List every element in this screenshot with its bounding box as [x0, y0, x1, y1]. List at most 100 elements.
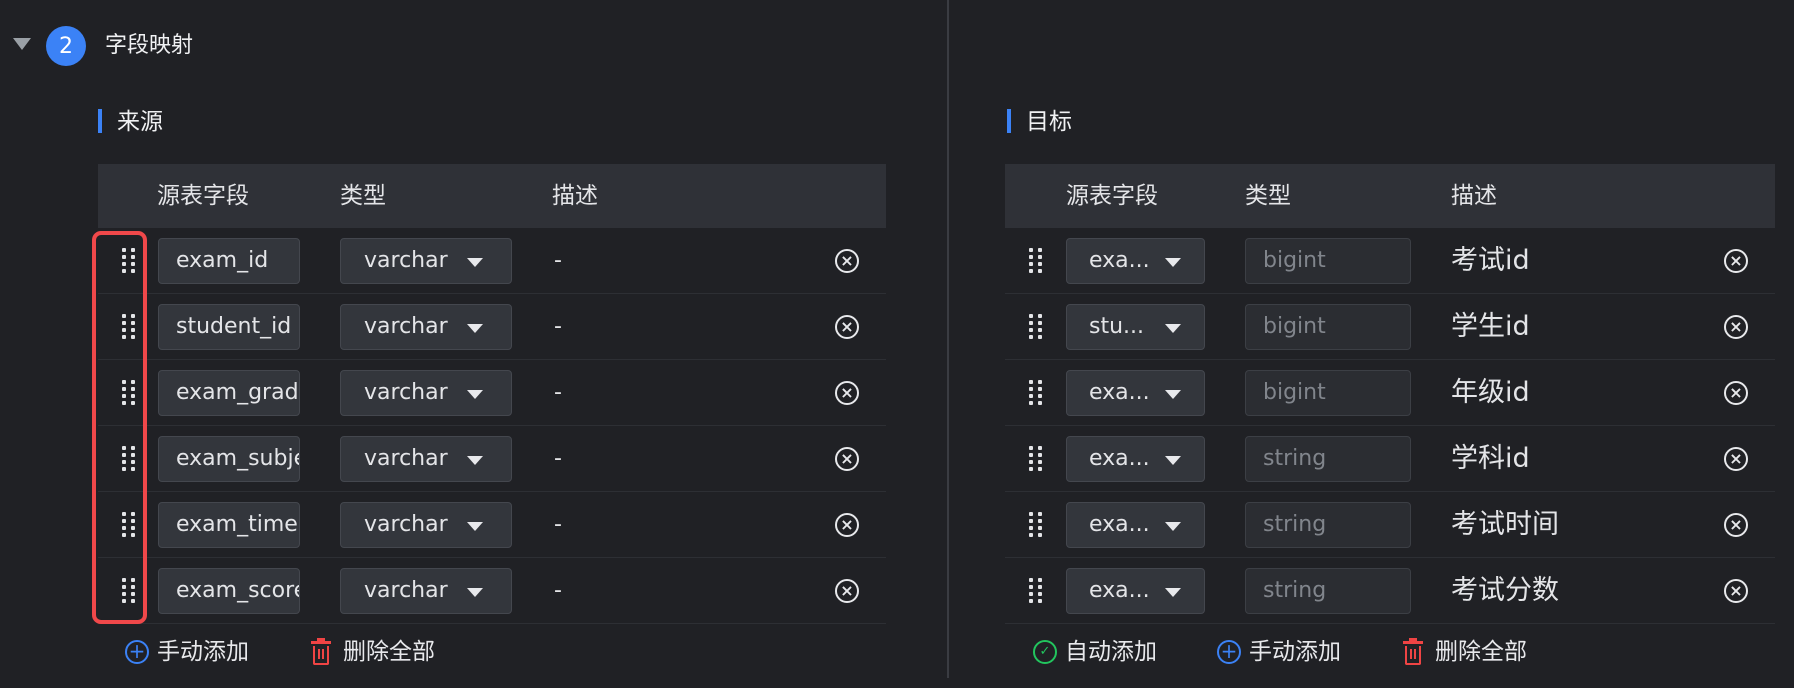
source-desc: - [554, 380, 562, 405]
source-table-row: exam_score varchar - × [98, 558, 886, 624]
target-auto-add-button[interactable]: ✓ 自动添加 [1033, 636, 1157, 668]
target-desc: 考试时间 [1451, 509, 1559, 540]
target-type-input[interactable]: string [1245, 568, 1411, 614]
target-field-value: stu... [1089, 314, 1145, 339]
drag-handle-icon[interactable] [1029, 578, 1045, 604]
target-field-select[interactable]: exa... [1066, 370, 1205, 416]
target-header-type: 类型 [1245, 183, 1291, 209]
remove-row-icon[interactable]: × [1724, 513, 1748, 537]
chevron-down-icon [1165, 258, 1181, 267]
source-type-select[interactable]: varchar [340, 502, 512, 548]
source-desc: - [554, 512, 562, 537]
remove-row-icon[interactable]: × [835, 249, 859, 273]
source-manual-add-label: 手动添加 [157, 639, 249, 665]
remove-row-icon[interactable]: × [835, 315, 859, 339]
remove-row-icon[interactable]: × [1724, 579, 1748, 603]
source-field-input[interactable]: exam_id [158, 238, 300, 284]
target-field-select[interactable]: exa... [1066, 502, 1205, 548]
target-type-input[interactable]: bigint [1245, 238, 1411, 284]
remove-row-icon[interactable]: × [835, 579, 859, 603]
source-type-value: varchar [364, 578, 448, 603]
plus-circle-icon: + [1217, 640, 1241, 664]
chevron-down-icon [467, 588, 483, 597]
target-field-value: exa... [1089, 380, 1150, 405]
target-field-select[interactable]: exa... [1066, 568, 1205, 614]
target-field-select[interactable]: stu... [1066, 304, 1205, 350]
target-type-input[interactable]: string [1245, 436, 1411, 482]
remove-row-icon[interactable]: × [1724, 315, 1748, 339]
source-header-field: 源表字段 [157, 183, 249, 209]
source-type-value: varchar [364, 380, 448, 405]
source-type-value: varchar [364, 314, 448, 339]
target-table-row: exa... string 考试时间 × [1005, 492, 1775, 558]
target-field-select[interactable]: exa... [1066, 238, 1205, 284]
chevron-down-icon [1165, 522, 1181, 531]
target-auto-add-label: 自动添加 [1065, 639, 1157, 665]
target-field-value: exa... [1089, 446, 1150, 471]
remove-row-icon[interactable]: × [1724, 249, 1748, 273]
target-type-input[interactable]: bigint [1245, 370, 1411, 416]
target-table-row: exa... bigint 年级id × [1005, 360, 1775, 426]
source-type-value: varchar [364, 446, 448, 471]
plus-circle-icon: + [125, 640, 149, 664]
panel-divider [947, 0, 949, 678]
source-delete-all-button[interactable]: 删除全部 [311, 636, 435, 668]
section-title: 字段映射 [105, 33, 194, 58]
drag-handle-icon[interactable] [1029, 512, 1045, 538]
source-header-type: 类型 [340, 183, 386, 209]
source-field-input[interactable]: exam_time [158, 502, 300, 548]
trash-icon [1403, 638, 1423, 665]
source-type-value: varchar [364, 248, 448, 273]
source-field-input[interactable]: exam_subject_id [158, 436, 300, 482]
drag-handle-icon[interactable] [1029, 380, 1045, 406]
target-manual-add-button[interactable]: + 手动添加 [1217, 636, 1341, 668]
target-desc: 学科id [1451, 443, 1530, 474]
source-type-value: varchar [364, 512, 448, 537]
source-type-select[interactable]: varchar [340, 304, 512, 350]
target-header-desc: 描述 [1451, 183, 1497, 209]
drag-handle-icon[interactable] [1029, 248, 1045, 274]
target-desc: 学生id [1451, 311, 1530, 342]
source-table-row: exam_grade_id varchar - × [98, 360, 886, 426]
chevron-down-icon [1165, 390, 1181, 399]
source-type-select[interactable]: varchar [340, 568, 512, 614]
target-table-header: 源表字段 类型 描述 [1005, 164, 1775, 228]
source-desc: - [554, 446, 562, 471]
source-field-input[interactable]: exam_score [158, 568, 300, 614]
target-manual-add-label: 手动添加 [1249, 639, 1341, 665]
remove-row-icon[interactable]: × [835, 381, 859, 405]
chevron-down-icon [467, 258, 483, 267]
source-type-select[interactable]: varchar [340, 238, 512, 284]
auto-add-icon: ✓ [1033, 640, 1057, 664]
source-field-input[interactable]: exam_grade_id [158, 370, 300, 416]
target-delete-all-label: 删除全部 [1435, 639, 1527, 665]
source-table-row: exam_time varchar - × [98, 492, 886, 558]
source-header-desc: 描述 [552, 183, 598, 209]
remove-row-icon[interactable]: × [835, 447, 859, 471]
target-field-select[interactable]: exa... [1066, 436, 1205, 482]
source-type-select[interactable]: varchar [340, 370, 512, 416]
source-delete-all-label: 删除全部 [343, 639, 435, 665]
target-table-row: exa... string 学科id × [1005, 426, 1775, 492]
target-type-input[interactable]: bigint [1245, 304, 1411, 350]
drag-handle-icon[interactable] [1029, 446, 1045, 472]
remove-row-icon[interactable]: × [1724, 381, 1748, 405]
source-desc: - [554, 578, 562, 603]
target-desc: 考试分数 [1451, 575, 1559, 606]
collapse-caret-icon[interactable] [13, 38, 31, 50]
source-panel-title: 来源 [98, 106, 163, 138]
source-manual-add-button[interactable]: + 手动添加 [125, 636, 249, 668]
chevron-down-icon [467, 324, 483, 333]
target-type-input[interactable]: string [1245, 502, 1411, 548]
source-type-select[interactable]: varchar [340, 436, 512, 482]
remove-row-icon[interactable]: × [1724, 447, 1748, 471]
source-field-input[interactable]: student_id [158, 304, 300, 350]
source-desc: - [554, 314, 562, 339]
remove-row-icon[interactable]: × [835, 513, 859, 537]
source-table-header: 源表字段 类型 描述 [98, 164, 886, 228]
target-table-row: exa... string 考试分数 × [1005, 558, 1775, 624]
drag-handle-icon[interactable] [1029, 314, 1045, 340]
chevron-down-icon [467, 456, 483, 465]
target-table-row: stu... bigint 学生id × [1005, 294, 1775, 360]
target-delete-all-button[interactable]: 删除全部 [1403, 636, 1527, 668]
